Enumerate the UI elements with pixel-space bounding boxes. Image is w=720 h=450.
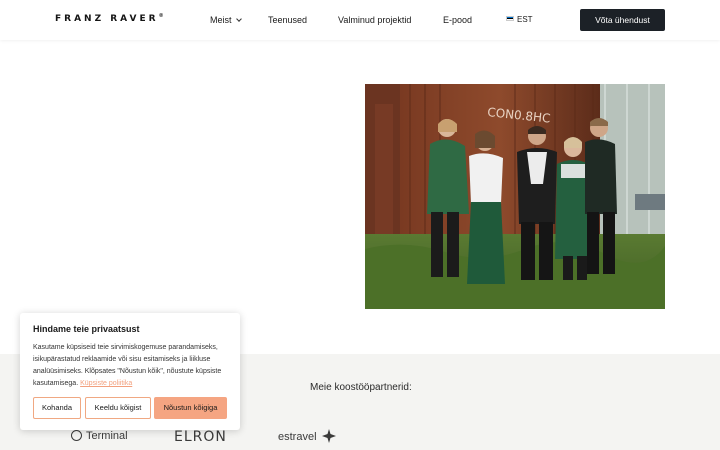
nav-label: Valminud projektid [338, 15, 412, 25]
nav-item-valminud-projektid[interactable]: Valminud projektid [338, 15, 411, 25]
accept-all-button[interactable]: Nõustun kõigiga [154, 397, 227, 419]
nav-label: E-pood [443, 15, 473, 25]
logo-text: FRANZ RAVER [55, 14, 159, 24]
cookie-title: Hindame teie privaatsust [33, 324, 140, 334]
nav-item-teenused[interactable]: Teenused [268, 15, 307, 25]
partner-logo-elron[interactable]: ELRON [174, 429, 227, 445]
nav-label: Teenused [268, 15, 308, 25]
nav-item-e-pood[interactable]: E-pood [443, 15, 472, 25]
partner-name: Terminal [86, 430, 128, 442]
partner-logo-estravel[interactable]: estravel [278, 429, 336, 444]
estonia-flag-icon [506, 16, 514, 22]
contact-button[interactable]: Võta ühendust [580, 9, 665, 31]
reject-all-button[interactable]: Keeldu kõigist [85, 397, 151, 419]
partners-title: Meie koostööpartnerid: [310, 382, 412, 393]
cookie-description: Kasutame küpsiseid teie sirvimiskogemuse… [33, 342, 231, 390]
terminal-logo-icon [71, 429, 82, 441]
logo[interactable]: FRANZ RAVER® [55, 13, 164, 24]
cookie-consent-banner: Hindame teie privaatsust Kasutame küpsis… [20, 313, 240, 430]
logo-trademark: ® [158, 13, 164, 19]
partner-logo-terminal[interactable]: Terminal [71, 429, 128, 442]
site-header: FRANZ RAVER® Meist Teenused Valminud pro… [0, 0, 720, 40]
partner-name: ELRON [174, 429, 227, 445]
team-photo: CON0.8HC [365, 84, 665, 309]
language-label: EST [517, 15, 533, 24]
customize-button[interactable]: Kohanda [33, 397, 81, 419]
nav-item-meist[interactable]: Meist [210, 15, 242, 25]
chevron-down-icon [235, 16, 242, 22]
nav-label: Meist [210, 15, 232, 25]
estravel-star-icon [321, 429, 336, 443]
partner-name: estravel [278, 430, 317, 443]
language-selector[interactable]: EST [506, 15, 533, 24]
cookie-policy-link[interactable]: Küpsiste poliitika [80, 380, 132, 387]
